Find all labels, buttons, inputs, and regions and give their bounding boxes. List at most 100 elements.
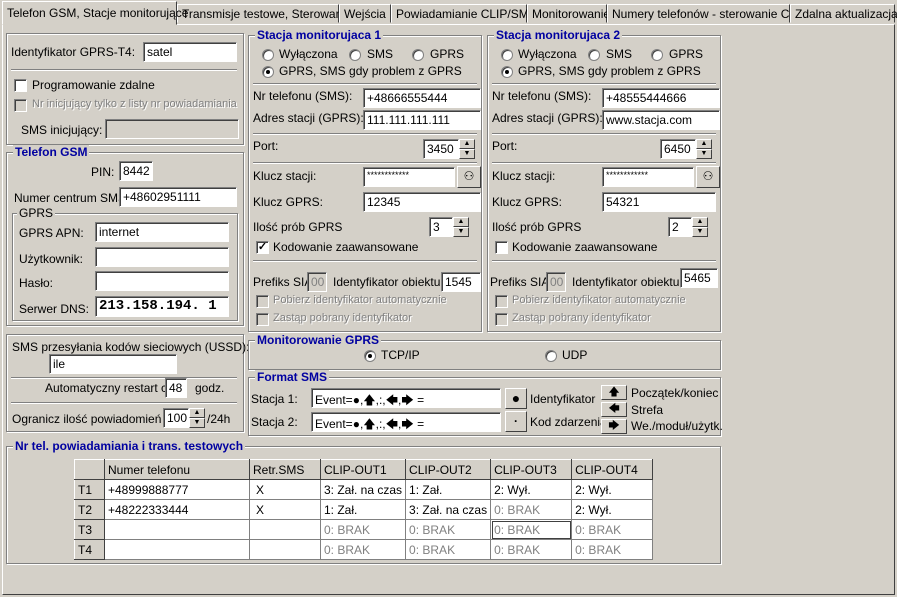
table-cell[interactable]: 3: Zał. na czas: [405, 499, 492, 520]
station2-tries-spinner[interactable]: ▲ ▼: [692, 217, 708, 237]
station2-radio-gprs[interactable]: [651, 49, 663, 61]
station2-port-spinner[interactable]: ▲ ▼: [696, 139, 712, 159]
table-cell[interactable]: 1: Zał.: [405, 479, 492, 500]
station2-replace-id-checkbox[interactable]: [495, 313, 508, 326]
tab-test-transmissions[interactable]: Transmisje testowe, Sterowanie: [177, 4, 352, 23]
table-cell[interactable]: 3: Zał. na czas: [319, 479, 407, 500]
tab-inputs[interactable]: Wejścia: [339, 4, 391, 23]
station1-show-key-button[interactable]: ⚇: [457, 166, 481, 188]
limit-spinner[interactable]: ▲ ▼: [189, 408, 205, 428]
station2-port-input[interactable]: 6450: [660, 139, 696, 159]
station2-addr-input[interactable]: www.stacja.com: [602, 110, 720, 130]
insert-zone-button[interactable]: 🡄: [601, 402, 627, 417]
limit-input[interactable]: 100: [163, 408, 189, 428]
udp-radio[interactable]: [545, 350, 557, 362]
table-cell[interactable]: 2: Wył.: [571, 479, 654, 500]
station2-advanced-checkbox[interactable]: [495, 241, 508, 254]
spin-down-icon[interactable]: ▼: [459, 149, 475, 159]
table-cell[interactable]: 0: BRAK: [319, 539, 407, 560]
table-cell-selected[interactable]: 0: BRAK: [490, 519, 573, 540]
init-only-checkbox[interactable]: [14, 99, 27, 112]
sms-center-input[interactable]: +48602951111: [119, 187, 237, 207]
station2-radio-both[interactable]: [501, 66, 513, 78]
apn-input[interactable]: internet: [95, 222, 229, 242]
ussd-input[interactable]: ile: [49, 354, 177, 374]
insert-event-code-button[interactable]: ·: [505, 411, 527, 432]
spin-up-icon[interactable]: ▲: [459, 139, 475, 149]
station2-gprs-key-input[interactable]: 54321: [602, 192, 716, 212]
sms-station1-input[interactable]: Event=●,🡅,:,🡄,🡆 =: [311, 388, 501, 408]
tab-monitoring[interactable]: Monitorowanie: [527, 4, 610, 23]
table-cell[interactable]: +48222333444: [104, 499, 250, 520]
station2-phone-input[interactable]: +48555444666: [602, 88, 720, 108]
table-cell[interactable]: 0: BRAK: [490, 499, 573, 520]
password-input[interactable]: [95, 271, 229, 291]
spin-up-icon[interactable]: ▲: [692, 217, 708, 227]
table-cell[interactable]: [104, 519, 250, 540]
table-cell[interactable]: 0: BRAK: [490, 539, 573, 560]
station1-phone-input[interactable]: +48666555444: [363, 88, 481, 108]
station2-tries-input[interactable]: 2: [668, 217, 692, 237]
table-cell[interactable]: +48999888777: [104, 479, 250, 500]
tab-remote-update[interactable]: Zdalna aktualizacja: [790, 4, 897, 23]
insert-identifier-button[interactable]: ●: [505, 388, 527, 409]
tcp-radio[interactable]: [364, 350, 376, 362]
table-header-cell[interactable]: Numer telefonu: [104, 459, 250, 480]
station1-advanced-checkbox[interactable]: ✓: [256, 241, 269, 254]
pin-input[interactable]: 8442: [119, 161, 153, 181]
table-header-cell[interactable]: CLIP-OUT3: [490, 459, 573, 480]
table-header-cell[interactable]: CLIP-OUT2: [405, 459, 492, 480]
station1-radio-both[interactable]: [262, 66, 274, 78]
station1-key-input[interactable]: ************: [363, 167, 455, 187]
station1-port-input[interactable]: 3450: [423, 139, 459, 159]
station2-show-key-button[interactable]: ⚇: [696, 166, 720, 188]
tab-gsm-stations[interactable]: Telefon GSM, Stacje monitorujące: [2, 1, 188, 25]
station2-sia-input[interactable]: 00: [546, 272, 566, 292]
gprs-id-input[interactable]: satel: [143, 42, 237, 62]
station1-sia-input[interactable]: 00: [307, 272, 327, 292]
table-cell[interactable]: 0: BRAK: [571, 539, 654, 560]
table-cell[interactable]: 2: Wył.: [571, 499, 654, 520]
station2-radio-off[interactable]: [501, 49, 513, 61]
spin-down-icon[interactable]: ▼: [692, 227, 708, 237]
table-cell[interactable]: X: [249, 499, 321, 520]
spin-up-icon[interactable]: ▲: [189, 408, 205, 418]
station2-auto-id-checkbox[interactable]: [495, 295, 508, 308]
table-header-cell[interactable]: CLIP-OUT1: [319, 459, 407, 480]
station1-object-input[interactable]: 1545: [441, 272, 481, 292]
station1-tries-spinner[interactable]: ▲ ▼: [453, 217, 469, 237]
table-cell[interactable]: [249, 539, 321, 560]
station1-radio-sms[interactable]: [349, 49, 361, 61]
sms-init-input[interactable]: [105, 119, 239, 139]
table-header-cell[interactable]: Retr.SMS: [249, 459, 321, 480]
spin-down-icon[interactable]: ▼: [696, 149, 712, 159]
table-header-cell[interactable]: CLIP-OUT4: [571, 459, 654, 480]
spin-down-icon[interactable]: ▼: [453, 227, 469, 237]
station1-tries-input[interactable]: 3: [429, 217, 453, 237]
restart-input[interactable]: 48: [165, 378, 187, 398]
spin-down-icon[interactable]: ▼: [189, 418, 205, 428]
sms-station2-input[interactable]: Event=●,🡅,:,🡄,🡆 =: [311, 412, 501, 432]
table-cell[interactable]: 0: BRAK: [405, 539, 492, 560]
insert-start-end-button[interactable]: 🡅: [601, 385, 627, 400]
station1-addr-input[interactable]: 111.111.111.111: [363, 110, 481, 130]
table-cell[interactable]: 2: Wył.: [490, 479, 573, 500]
table-cell[interactable]: 0: BRAK: [571, 519, 654, 540]
station1-gprs-key-input[interactable]: 12345: [363, 192, 481, 212]
table-cell[interactable]: [249, 519, 321, 540]
table-cell[interactable]: [104, 539, 250, 560]
station2-radio-sms[interactable]: [588, 49, 600, 61]
station2-key-input[interactable]: ************: [602, 167, 694, 187]
station1-replace-id-checkbox[interactable]: [256, 313, 269, 326]
station2-object-input[interactable]: 5465: [680, 268, 718, 288]
station1-radio-off[interactable]: [262, 49, 274, 61]
table-cell[interactable]: 0: BRAK: [405, 519, 492, 540]
table-cell[interactable]: 0: BRAK: [319, 519, 407, 540]
remote-programming-checkbox[interactable]: [14, 79, 27, 92]
tab-clip-sms[interactable]: Powiadamianie CLIP/SMS: [391, 4, 537, 23]
table-cell[interactable]: 1: Zał.: [319, 499, 407, 520]
tab-clip-numbers[interactable]: Numery telefonów - sterowanie CLIP: [607, 4, 807, 23]
insert-input-module-user-button[interactable]: 🡆: [601, 419, 627, 434]
table-cell[interactable]: X: [249, 479, 321, 500]
spin-up-icon[interactable]: ▲: [453, 217, 469, 227]
